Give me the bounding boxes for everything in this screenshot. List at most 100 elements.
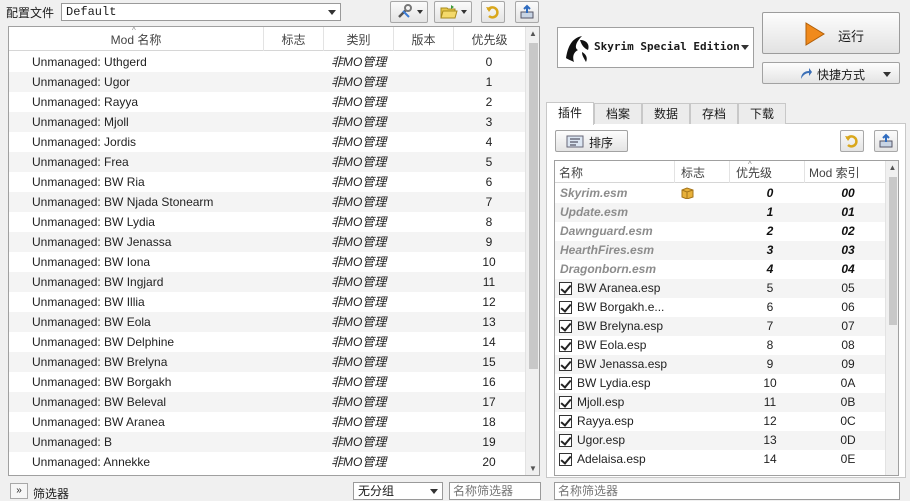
restore-load-order-button[interactable] — [840, 130, 864, 152]
mod-row[interactable]: Unmanaged: Ugor 非MO管理 1 — [9, 72, 525, 92]
plugin-priority: 10 — [763, 376, 777, 390]
mod-name: Unmanaged: Rayya — [32, 95, 139, 109]
plugin-row[interactable]: BW Borgakh.e... 6 06 — [555, 298, 885, 317]
plugin-enabled-checkbox[interactable] — [559, 339, 572, 352]
mod-row[interactable]: Unmanaged: BW Beleval 非MO管理 17 — [9, 392, 525, 412]
mod-row[interactable]: Unmanaged: Mjoll 非MO管理 3 — [9, 112, 525, 132]
scrollbar-thumb[interactable] — [889, 177, 897, 325]
mod-row[interactable]: Unmanaged: BW Ingjard 非MO管理 11 — [9, 272, 525, 292]
plugin-row[interactable]: BW Jenassa.esp 9 09 — [555, 355, 885, 374]
mod-row[interactable]: Unmanaged: BW Njada Stonearm 非MO管理 7 — [9, 192, 525, 212]
mod-row[interactable]: Unmanaged: BW Borgakh 非MO管理 16 — [9, 372, 525, 392]
tab-archives[interactable]: 档案 — [594, 103, 642, 124]
plugin-enabled-checkbox[interactable] — [559, 320, 572, 333]
plugin-priority: 8 — [766, 338, 774, 352]
mod-row[interactable]: Unmanaged: Frea 非MO管理 5 — [9, 152, 525, 172]
plugin-enabled-checkbox[interactable] — [559, 301, 572, 314]
plugin-mod-index: 0C — [840, 414, 856, 428]
plugin-row[interactable]: Adelaisa.esp 14 0E — [555, 450, 885, 469]
mod-row[interactable]: Unmanaged: B 非MO管理 19 — [9, 432, 525, 452]
column-plugin-name[interactable]: 名称 — [555, 161, 675, 183]
plugin-row[interactable]: BW Brelyna.esp 7 07 — [555, 317, 885, 336]
plugin-row[interactable]: BW Aranea.esp 5 05 — [555, 279, 885, 298]
profile-select[interactable]: Default — [61, 3, 341, 21]
shortcut-button[interactable]: 快捷方式 — [762, 62, 900, 84]
plugin-name-filter-input[interactable] — [554, 482, 900, 500]
column-mod-index[interactable]: Mod 索引 — [805, 161, 885, 183]
tab-plugins[interactable]: 插件 — [546, 102, 594, 125]
plugin-enabled-checkbox[interactable] — [559, 358, 572, 371]
plugin-name: Dawnguard.esm — [560, 224, 653, 238]
group-select[interactable]: 无分组 — [353, 482, 443, 500]
scroll-up-icon[interactable]: ▲ — [886, 163, 898, 172]
create-backup-button[interactable] — [515, 1, 539, 23]
column-priority[interactable]: 优先级 — [454, 27, 525, 51]
tools-button[interactable] — [390, 1, 428, 23]
column-plugin-flags[interactable]: 标志 — [675, 161, 730, 183]
plugin-enabled-checkbox[interactable] — [559, 434, 572, 447]
mod-row[interactable]: Unmanaged: BW Aranea 非MO管理 18 — [9, 412, 525, 432]
mod-category: 非MO管理 — [331, 455, 387, 469]
scroll-up-icon[interactable]: ▲ — [526, 29, 539, 38]
plugin-row[interactable]: Mjoll.esp 11 0B — [555, 393, 885, 412]
plugin-row[interactable]: Rayya.esp 12 0C — [555, 412, 885, 431]
plugin-priority: 9 — [766, 357, 774, 371]
tab-data[interactable]: 数据 — [642, 103, 690, 124]
scroll-down-icon[interactable]: ▼ — [526, 464, 539, 473]
mod-row[interactable]: Unmanaged: BW Delphine 非MO管理 14 — [9, 332, 525, 352]
mod-row[interactable]: Unmanaged: Jordis 非MO管理 4 — [9, 132, 525, 152]
plugin-priority: 5 — [766, 281, 774, 295]
plugin-enabled-checkbox[interactable] — [559, 415, 572, 428]
plugin-row[interactable]: Ugor.esp 13 0D — [555, 431, 885, 450]
backup-load-order-button[interactable] — [874, 130, 898, 152]
plugin-name: BW Jenassa.esp — [577, 357, 668, 371]
mod-row[interactable]: Unmanaged: Annekke 非MO管理 20 — [9, 452, 525, 472]
tab-saves[interactable]: 存档 — [690, 103, 738, 124]
open-folder-button[interactable] — [434, 1, 472, 23]
plugin-priority: 2 — [766, 224, 774, 238]
plugin-row[interactable]: BW Eola.esp 8 08 — [555, 336, 885, 355]
plugin-row[interactable]: Dawnguard.esm 2 02 — [555, 222, 885, 241]
mod-row[interactable]: Unmanaged: Uthgerd 非MO管理 0 — [9, 52, 525, 72]
mod-row[interactable]: Unmanaged: BW Jenassa 非MO管理 9 — [9, 232, 525, 252]
expand-filters-button[interactable]: » — [10, 483, 28, 499]
executable-select[interactable]: Skyrim Special Edition — [557, 27, 754, 68]
run-button[interactable]: 运行 — [762, 12, 900, 54]
column-category[interactable]: 类别 — [324, 27, 394, 51]
mod-name-filter-input[interactable] — [449, 482, 541, 500]
mod-priority: 5 — [485, 155, 493, 169]
scrollbar-thumb[interactable] — [529, 43, 538, 369]
plugin-list[interactable]: 名称 标志 ^ 优先级 Mod 索引 Skyrim.esm 0 00 Update.e… — [554, 160, 899, 476]
column-version[interactable]: 版本 — [394, 27, 454, 51]
plugin-row[interactable]: Dragonborn.esm 4 04 — [555, 260, 885, 279]
restore-backup-button[interactable] — [481, 1, 505, 23]
filter-label[interactable]: 筛选器 — [33, 485, 69, 501]
mod-priority: 17 — [482, 395, 496, 409]
mod-row[interactable]: Unmanaged: BW Brelyna 非MO管理 15 — [9, 352, 525, 372]
plugin-row[interactable]: HearthFires.esm 3 03 — [555, 241, 885, 260]
mod-row[interactable]: Unmanaged: BW Illia 非MO管理 12 — [9, 292, 525, 312]
plugin-name: BW Borgakh.e... — [577, 300, 665, 314]
plugin-row[interactable]: Update.esm 1 01 — [555, 203, 885, 222]
mod-list[interactable]: ^ Mod 名称 标志 类别 版本 优先级 Unmanaged: Uthgerd… — [8, 26, 540, 476]
tab-downloads[interactable]: 下载 — [738, 103, 786, 124]
sort-button[interactable]: 排序 — [555, 130, 628, 152]
plugin-list-scrollbar[interactable]: ▲ — [885, 161, 898, 475]
mod-list-scrollbar[interactable]: ▲ ▼ — [525, 27, 539, 475]
plugin-row[interactable]: Skyrim.esm 0 00 — [555, 184, 885, 203]
mod-row[interactable]: Unmanaged: BW Eola 非MO管理 13 — [9, 312, 525, 332]
column-plugin-priority[interactable]: ^ 优先级 — [730, 161, 805, 183]
plugin-enabled-checkbox[interactable] — [559, 377, 572, 390]
mod-row[interactable]: Unmanaged: Rayya 非MO管理 2 — [9, 92, 525, 112]
mod-row[interactable]: Unmanaged: BW Ria 非MO管理 6 — [9, 172, 525, 192]
column-mod-name[interactable]: ^ Mod 名称 — [9, 27, 264, 51]
column-flags[interactable]: 标志 — [264, 27, 324, 51]
mod-row[interactable]: Unmanaged: BW Lydia 非MO管理 8 — [9, 212, 525, 232]
chevron-down-icon — [416, 10, 423, 14]
mod-category: 非MO管理 — [331, 195, 387, 209]
plugin-enabled-checkbox[interactable] — [559, 282, 572, 295]
plugin-enabled-checkbox[interactable] — [559, 453, 572, 466]
mod-row[interactable]: Unmanaged: BW Iona 非MO管理 10 — [9, 252, 525, 272]
plugin-enabled-checkbox[interactable] — [559, 396, 572, 409]
plugin-row[interactable]: BW Lydia.esp 10 0A — [555, 374, 885, 393]
